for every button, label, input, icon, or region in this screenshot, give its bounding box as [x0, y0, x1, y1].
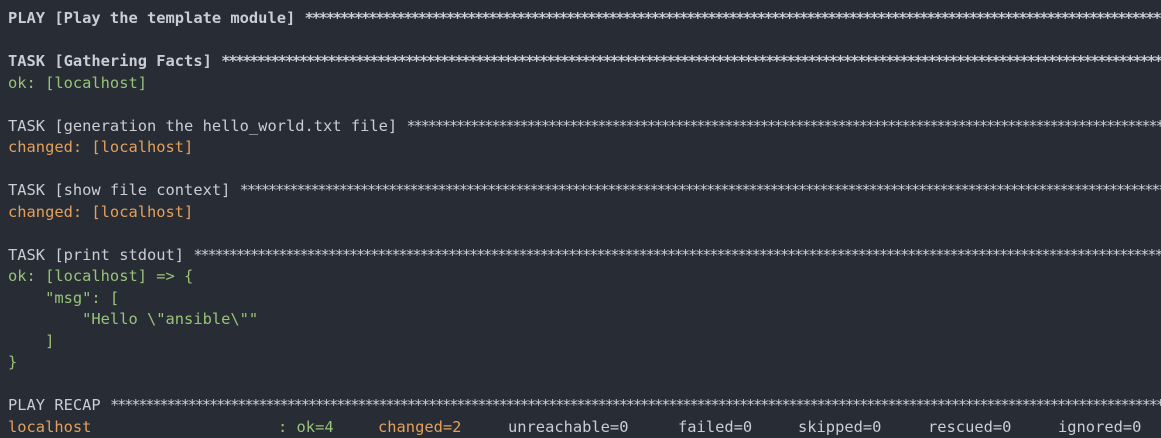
- recap-row: localhost : ok=4 changed=2 unreachable=0 fai…: [8, 417, 1161, 438]
- task-header: TASK [show file context]: [8, 181, 231, 199]
- recap-header: PLAY RECAP: [8, 396, 101, 414]
- task-header-line: TASK [print stdout] ********************…: [8, 245, 1161, 267]
- task-header-line: TASK [Gathering Facts] *****************…: [8, 51, 1161, 73]
- recap-changed: changed=2: [378, 417, 462, 436]
- task-status-changed: changed: [localhost]: [8, 202, 194, 221]
- separator-stars: ****************************************…: [406, 116, 1161, 135]
- separator-stars: ****************************************…: [193, 245, 1161, 264]
- task-status-ok: ok: [localhost] => {: [8, 267, 194, 285]
- debug-msg-line: "msg": [: [8, 288, 120, 307]
- recap-unreachable: unreachable=0: [508, 417, 629, 436]
- debug-msg-value: "Hello \"ansible\"": [8, 310, 259, 328]
- separator-stars: ****************************************…: [239, 181, 1161, 199]
- task-status-changed: changed: [localhost]: [8, 138, 194, 156]
- separator-stars: ****************************************…: [109, 396, 1161, 414]
- recap-header-line: PLAY RECAP *****************************…: [8, 395, 1161, 417]
- recap-ok: : ok=4: [278, 417, 334, 436]
- recap-failed: failed=0: [678, 417, 753, 436]
- task-header: TASK [generation the hello_world.txt fil…: [8, 116, 398, 135]
- terminal-output: PLAY [Play the template module] ********…: [0, 0, 1161, 438]
- debug-close-brace: }: [8, 353, 18, 371]
- separator-stars: ****************************************…: [221, 52, 1161, 70]
- debug-msg-close-bracket: ]: [8, 331, 55, 350]
- recap-rescued: rescued=0: [928, 417, 1012, 436]
- task-status-ok: ok: [localhost]: [8, 73, 147, 92]
- play-header: PLAY [Play the template module]: [8, 9, 296, 27]
- task-header-line: TASK [generation the hello_world.txt fil…: [8, 116, 1161, 138]
- recap-ignored: ignored=0: [1058, 417, 1142, 436]
- task-header: TASK [print stdout]: [8, 245, 185, 264]
- task-header-line: TASK [show file context] ***************…: [8, 180, 1161, 202]
- task-header: TASK [Gathering Facts]: [8, 52, 212, 70]
- recap-skipped: skipped=0: [798, 417, 882, 436]
- separator-stars: ****************************************…: [304, 9, 1161, 27]
- play-header-line: PLAY [Play the template module] ********…: [8, 8, 1161, 30]
- recap-host: localhost: [8, 417, 92, 436]
